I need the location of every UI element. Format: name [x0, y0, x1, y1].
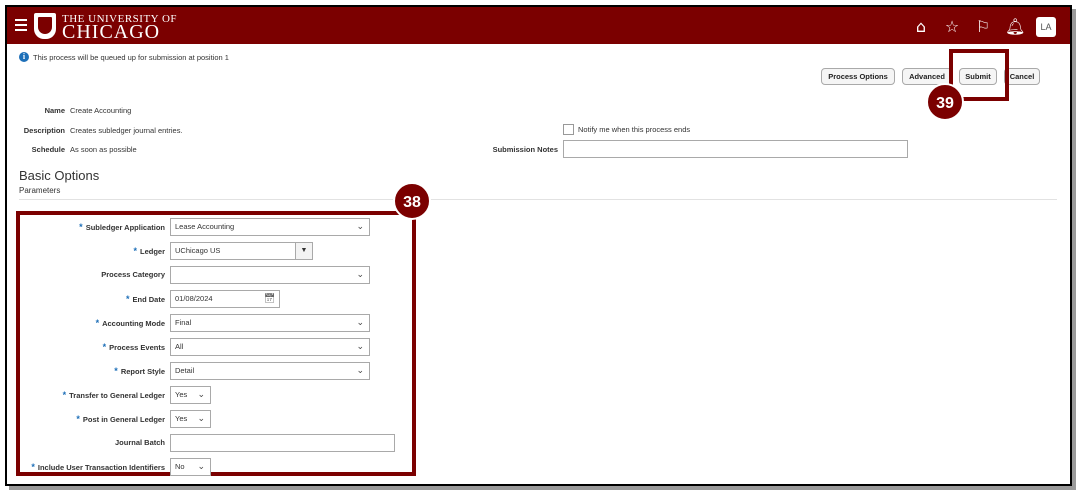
required-marker: *: [125, 294, 130, 304]
flag-icon[interactable]: ⚐: [974, 19, 992, 35]
submission-notes-input[interactable]: [563, 140, 908, 158]
brand-main-text: CHICAGO: [62, 21, 161, 43]
journal-batch-input[interactable]: [170, 434, 395, 452]
app-window: THE UNIVERSITY OF CHICAGO ⌂ ☆ ⚐ 🔔︎ LA i …: [5, 5, 1072, 486]
report-style-select[interactable]: Detail ⌄: [170, 362, 370, 380]
chevron-down-icon: ⌄: [356, 222, 364, 232]
accounting-mode-select[interactable]: Final ⌄: [170, 314, 370, 332]
chevron-down-icon: ⌄: [356, 366, 364, 376]
end-date-input[interactable]: 01/08/2024 📅︎: [170, 290, 280, 308]
required-marker: *: [114, 366, 118, 376]
end-date-label: * End Date: [126, 294, 165, 304]
select-value: All: [175, 342, 184, 351]
select-value: Final: [175, 318, 192, 327]
description-value: Creates subledger journal entries.: [70, 126, 183, 135]
date-value: 01/08/2024: [175, 294, 213, 303]
label-text: Post in General Ledger: [82, 415, 165, 424]
process-category-select[interactable]: ⌄: [170, 266, 370, 284]
required-marker: *: [133, 246, 137, 256]
callout-badge-39: 39: [926, 83, 964, 121]
home-icon[interactable]: ⌂: [912, 19, 930, 35]
section-subtitle: Parameters: [19, 186, 61, 195]
select-value: No: [175, 462, 185, 471]
info-icon: i: [19, 52, 29, 62]
bell-icon[interactable]: 🔔︎: [1005, 19, 1025, 35]
transfer-to-gl-select[interactable]: Yes ⌄: [170, 386, 211, 404]
include-user-txn-ids-select[interactable]: No ⌄: [170, 458, 211, 476]
required-marker: *: [102, 342, 107, 352]
label-text: Report Style: [120, 367, 165, 376]
process-events-label: * Process Events: [103, 342, 165, 352]
name-value: Create Accounting: [70, 106, 132, 115]
label-text: Ledger: [139, 247, 165, 256]
label-text: End Date: [132, 295, 165, 304]
required-marker: *: [76, 414, 80, 424]
university-crest-logo: [34, 13, 56, 39]
select-value: Yes: [175, 390, 188, 399]
schedule-label: Schedule: [31, 145, 65, 154]
calendar-icon[interactable]: 📅︎: [264, 291, 275, 307]
label-text: Accounting Mode: [102, 319, 165, 328]
chevron-down-icon: ⌄: [197, 414, 205, 424]
journal-batch-label: Journal Batch: [115, 438, 165, 447]
label-text: Journal Batch: [114, 438, 165, 447]
report-style-label: * Report Style: [114, 366, 165, 376]
menu-icon[interactable]: [15, 19, 27, 31]
cancel-button[interactable]: Cancel: [1004, 68, 1040, 85]
info-message: i This process will be queued up for sub…: [19, 52, 229, 62]
select-value: Yes: [175, 414, 188, 423]
name-label: Name: [44, 106, 65, 115]
section-title: Basic Options: [19, 168, 100, 183]
info-message-text: This process will be queued up for submi…: [33, 52, 229, 62]
select-value: Detail: [175, 366, 195, 375]
label-text: Process Category: [101, 270, 165, 279]
process-events-select[interactable]: All ⌄: [170, 338, 370, 356]
process-options-button[interactable]: Process Options: [821, 68, 895, 85]
required-marker: *: [79, 222, 83, 232]
star-icon[interactable]: ☆: [943, 19, 961, 35]
label-text: Subledger Application: [85, 223, 165, 232]
header-icons: ⌂ ☆ ⚐ 🔔︎ LA: [912, 17, 1056, 37]
subledger-application-label: * Subledger Application: [79, 222, 165, 232]
chevron-down-icon: ⌄: [356, 318, 364, 328]
section-divider: [19, 199, 1057, 200]
include-user-txn-ids-label: * Include User Transaction Identifiers: [31, 462, 165, 472]
process-category-label: Process Category: [101, 270, 165, 279]
schedule-value: As soon as possible: [70, 145, 137, 154]
avatar[interactable]: LA: [1036, 17, 1056, 37]
dropdown-arrow-icon[interactable]: ▼: [295, 242, 313, 260]
label-text: Transfer to General Ledger: [69, 391, 165, 400]
subledger-application-select[interactable]: Lease Accounting ⌄: [170, 218, 370, 236]
post-in-gl-select[interactable]: Yes ⌄: [170, 410, 211, 428]
post-in-gl-label: * Post in General Ledger: [76, 414, 165, 424]
callout-badge-38: 38: [393, 182, 431, 220]
label-text: Include User Transaction Identifiers: [37, 463, 165, 472]
required-marker: *: [62, 390, 67, 400]
required-marker: *: [31, 462, 35, 472]
chevron-down-icon: ⌄: [356, 270, 364, 280]
submission-notes-label: Submission Notes: [492, 145, 558, 154]
select-value: Lease Accounting: [175, 222, 235, 231]
ledger-select[interactable]: UChicago US ▼: [170, 242, 313, 260]
ledger-label: * Ledger: [133, 246, 165, 256]
global-header: THE UNIVERSITY OF CHICAGO ⌂ ☆ ⚐ 🔔︎ LA: [7, 7, 1070, 44]
description-label: Description: [23, 126, 65, 135]
chevron-down-icon: ⌄: [197, 390, 205, 400]
notify-checkbox[interactable]: [563, 124, 574, 135]
required-marker: *: [95, 318, 100, 328]
select-value: UChicago US: [175, 246, 221, 255]
accounting-mode-label: * Accounting Mode: [96, 318, 165, 328]
chevron-down-icon: ⌄: [356, 342, 364, 352]
chevron-down-icon: ⌄: [197, 462, 205, 472]
transfer-to-gl-label: * Transfer to General Ledger: [63, 390, 165, 400]
label-text: Process Events: [109, 343, 165, 352]
notify-label: Notify me when this process ends: [578, 125, 691, 134]
